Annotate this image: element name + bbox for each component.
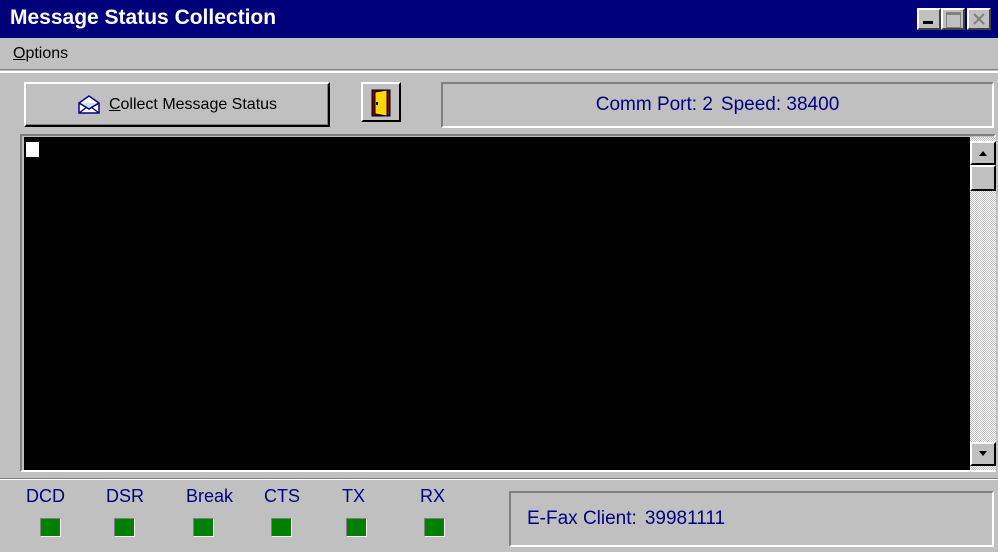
minimize-button[interactable]: [917, 8, 941, 30]
close-icon: [973, 13, 985, 25]
led-label-dcd: DCD: [26, 486, 65, 506]
led-label-tx: TX: [342, 486, 366, 506]
envelope-icon: [78, 94, 100, 114]
collect-button-text: ollect Message Status: [120, 95, 278, 113]
vertical-scrollbar[interactable]: [970, 137, 996, 470]
arrow-up-icon: [979, 151, 987, 156]
led-label-break: Break: [186, 486, 234, 506]
collect-button-accel: C: [108, 95, 121, 113]
client-label: E-Fax Client:: [527, 508, 637, 529]
led-cts: [271, 518, 292, 537]
text-cursor: [26, 142, 39, 157]
status-divider: [0, 478, 998, 480]
led-rx: [424, 518, 445, 537]
client-id: 39981111: [644, 508, 726, 529]
menu-options-accel: O: [13, 45, 26, 62]
scroll-thumb[interactable]: [970, 165, 996, 191]
toolbar-divider: [0, 71, 998, 73]
door-icon: [371, 89, 391, 117]
collect-button-label: Collect Message Status: [109, 96, 277, 114]
led-label-cts: CTS: [264, 486, 300, 506]
menu-options[interactable]: Options: [13, 45, 68, 63]
window-title: Message Status Collection: [10, 6, 277, 29]
comm-speed-label: Speed: 38400: [720, 94, 840, 115]
close-button[interactable]: [967, 8, 991, 30]
collect-message-status-button[interactable]: Collect Message Status: [24, 82, 330, 127]
exit-button[interactable]: [361, 82, 401, 122]
led-dcd: [40, 518, 61, 537]
terminal-output[interactable]: [24, 137, 970, 470]
efax-client-panel: E-Fax Client: 39981111: [509, 491, 994, 547]
comm-port-status-panel: Comm Port: 2 Speed: 38400: [441, 82, 994, 128]
comm-port-label: Comm Port: 2: [595, 94, 713, 115]
maximize-button[interactable]: [941, 8, 965, 30]
led-dsr: [114, 518, 135, 537]
menu-options-label: ptions: [25, 45, 69, 62]
scroll-up-button[interactable]: [970, 141, 996, 165]
menu-bar: Options: [0, 38, 998, 70]
led-tx: [346, 518, 367, 537]
led-break: [193, 518, 214, 537]
led-label-dsr: DSR: [106, 486, 145, 506]
led-label-rx: RX: [420, 486, 446, 506]
arrow-down-icon: [979, 451, 987, 456]
title-bar[interactable]: Message Status Collection: [0, 0, 998, 38]
scroll-down-button[interactable]: [970, 442, 996, 466]
